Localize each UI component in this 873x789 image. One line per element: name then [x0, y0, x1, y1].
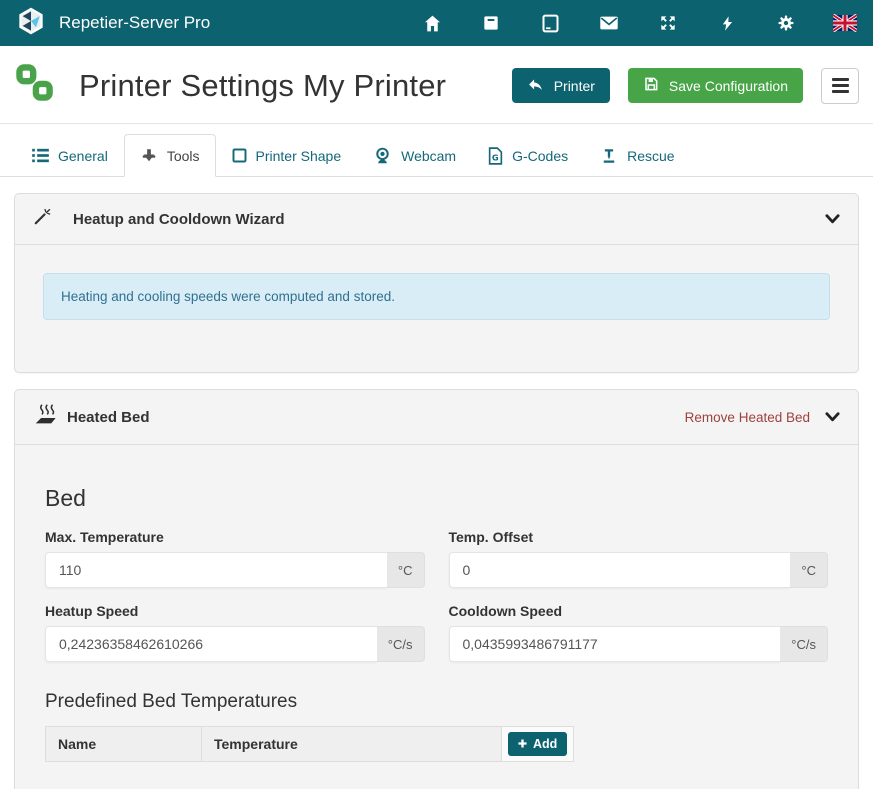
- add-temperature-button[interactable]: Add: [508, 732, 567, 756]
- heatup-speed-field: Heatup Speed °C/s: [45, 603, 425, 662]
- tab-g-codes[interactable]: G G-Codes: [472, 134, 584, 177]
- page-header: Printer Settings My Printer Printer Save…: [0, 46, 873, 124]
- tab-rescue[interactable]: Rescue: [584, 134, 690, 177]
- printer-box-icon[interactable]: [479, 11, 503, 35]
- magic-wand-icon: [33, 207, 52, 231]
- max-temperature-label: Max. Temperature: [45, 529, 425, 545]
- heated-bed-panel-body: Bed Max. Temperature °C Temp. Offset °C …: [15, 445, 858, 789]
- plus-icon: [518, 737, 527, 751]
- heated-bed-panel-title: Heated Bed: [67, 409, 150, 426]
- brand-title: Repetier-Server Pro: [59, 13, 210, 33]
- heatup-speed-input[interactable]: [45, 626, 377, 662]
- menu-button[interactable]: [821, 68, 859, 104]
- settings-tabs: General Tools Printer Shape Webcam G G-C…: [0, 124, 873, 177]
- heated-bed-panel-heading[interactable]: Heated Bed Remove Heated Bed: [15, 390, 858, 445]
- tab-printer-shape[interactable]: Printer Shape: [216, 134, 358, 177]
- hamburger-icon: [832, 78, 849, 81]
- tab-webcam[interactable]: Webcam: [357, 134, 472, 177]
- header-buttons: Printer Save Configuration: [512, 68, 859, 104]
- wizard-panel-heading[interactable]: Heatup and Cooldown Wizard: [15, 194, 858, 245]
- home-icon[interactable]: [420, 11, 444, 35]
- column-header-temperature: Temperature: [202, 727, 502, 762]
- heated-bed-panel: Heated Bed Remove Heated Bed Bed Max. Te…: [14, 389, 859, 789]
- heated-bed-icon: [33, 403, 58, 431]
- fullscreen-icon[interactable]: [656, 11, 680, 35]
- unit-addon: °C: [387, 552, 425, 588]
- save-floppy-icon: [643, 76, 659, 95]
- cooldown-speed-input[interactable]: [449, 626, 781, 662]
- list-icon: [32, 148, 49, 163]
- chevron-down-icon[interactable]: [825, 412, 840, 422]
- temp-offset-input[interactable]: [449, 552, 791, 588]
- probe-icon: [600, 147, 618, 165]
- unit-addon: °C: [790, 552, 828, 588]
- cooldown-speed-field: Cooldown Speed °C/s: [449, 603, 829, 662]
- chain-link-icon: [14, 62, 56, 109]
- chevron-down-icon[interactable]: [825, 214, 840, 224]
- uk-flag-icon[interactable]: [833, 11, 857, 35]
- page-title: Printer Settings My Printer: [79, 68, 446, 104]
- table-header-row: Name Temperature Add: [46, 727, 574, 762]
- touchscreen-icon[interactable]: [538, 11, 562, 35]
- wizard-panel-body: Heating and cooling speeds were computed…: [15, 245, 858, 372]
- mail-icon[interactable]: [597, 11, 621, 35]
- max-temperature-field: Max. Temperature °C: [45, 529, 425, 588]
- temp-offset-label: Temp. Offset: [449, 529, 829, 545]
- predefined-temperatures-heading: Predefined Bed Temperatures: [45, 691, 828, 713]
- tab-tools[interactable]: Tools: [124, 134, 216, 177]
- svg-text:G: G: [492, 152, 499, 162]
- wizard-info-alert: Heating and cooling speeds were computed…: [43, 273, 830, 320]
- save-configuration-button[interactable]: Save Configuration: [628, 68, 803, 103]
- heatup-speed-label: Heatup Speed: [45, 603, 425, 619]
- bed-section-heading: Bed: [45, 445, 828, 512]
- repetier-logo-icon: [16, 6, 46, 41]
- bed-settings-form: Max. Temperature °C Temp. Offset °C Heat…: [45, 529, 828, 662]
- wizard-panel-title: Heatup and Cooldown Wizard: [73, 211, 285, 228]
- predefined-temperatures-table: Name Temperature Add: [45, 726, 574, 762]
- temp-offset-field: Temp. Offset °C: [449, 529, 829, 588]
- page-header-left: Printer Settings My Printer: [14, 62, 446, 109]
- add-cell: Add: [502, 727, 574, 762]
- gear-icon[interactable]: [774, 11, 798, 35]
- cooldown-speed-label: Cooldown Speed: [449, 603, 829, 619]
- webcam-icon: [373, 146, 392, 165]
- max-temperature-input[interactable]: [45, 552, 387, 588]
- printer-button[interactable]: Printer: [512, 68, 610, 103]
- tab-general[interactable]: General: [16, 134, 124, 177]
- column-header-name: Name: [46, 727, 202, 762]
- unit-addon: °C/s: [780, 626, 828, 662]
- square-outline-icon: [232, 148, 247, 163]
- bolt-icon[interactable]: [715, 11, 739, 35]
- navbar-icons: [420, 11, 857, 35]
- gcode-file-icon: G: [488, 147, 503, 165]
- remove-heated-bed-link[interactable]: Remove Heated Bed: [685, 410, 810, 425]
- brand[interactable]: Repetier-Server Pro: [16, 6, 210, 41]
- heatup-cooldown-wizard-panel: Heatup and Cooldown Wizard Heating and c…: [14, 193, 859, 373]
- top-navbar: Repetier-Server Pro: [0, 0, 873, 46]
- unit-addon: °C/s: [377, 626, 425, 662]
- back-arrow-icon: [527, 76, 544, 96]
- extruder-icon: [140, 147, 158, 165]
